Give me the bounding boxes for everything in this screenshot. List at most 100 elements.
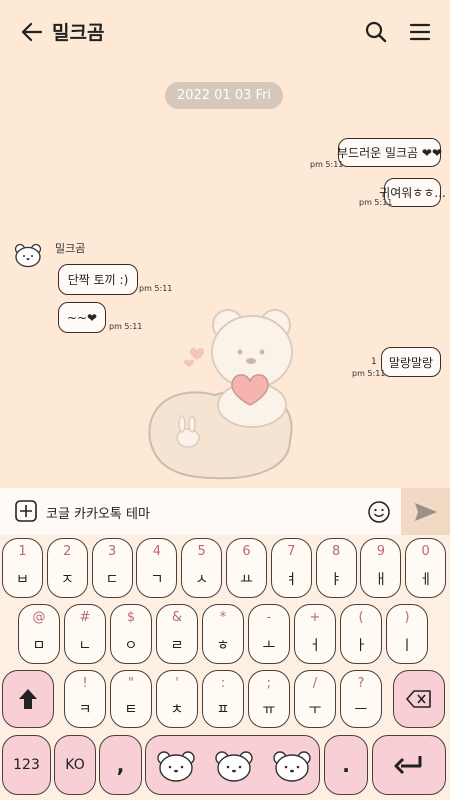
search-icon[interactable] [360,16,392,48]
backspace-key[interactable] [393,670,445,728]
key[interactable]: 6ㅛ [226,538,267,598]
message-bubble[interactable]: 말랑말랑 [381,347,441,377]
key-letter: ㅎ [216,638,230,654]
send-button[interactable] [401,488,450,535]
key[interactable]: " ㅌ [110,670,152,728]
key[interactable]: * ㅎ [202,604,244,664]
key-symbol: + [309,610,321,625]
period-key[interactable]: . [324,735,368,795]
key-symbol: - [266,610,272,625]
message-time: pm 5:11 [109,322,143,331]
key-letter: ㅍ [216,702,230,718]
key-letter: ㄷ [105,572,119,588]
key[interactable]: 9ㅐ [360,538,402,598]
language-key[interactable]: KO [54,735,96,795]
back-arrow-icon[interactable] [16,16,48,48]
sender-avatar[interactable] [14,243,42,268]
key[interactable]: ? ㅡ [340,670,382,728]
key-symbol: 0 [421,544,430,559]
key-symbol: 9 [376,544,386,559]
key[interactable]: 1ㅂ [2,538,43,598]
enter-key[interactable] [372,735,446,795]
message-time: pm 5:11 [359,198,393,207]
space-key[interactable] [145,735,320,795]
key[interactable]: 5ㅅ [181,538,223,598]
key[interactable]: 7ㅕ [270,538,312,598]
key[interactable]: # ㄴ [64,604,106,664]
key-symbol: ' [175,676,179,691]
number-mode-key[interactable]: 123 [2,735,51,795]
key-letter: ㅡ [354,702,368,718]
key-symbol: * [219,610,227,625]
message-time: pm 5:11 [352,369,386,378]
key-letter: ㄱ [150,572,164,588]
menu-icon[interactable] [404,16,436,48]
key[interactable]: 4ㄱ [136,538,178,598]
message-bubble[interactable]: 단짝 토끼 :) [58,264,138,295]
key[interactable]: (ㅏ [340,604,382,664]
key[interactable]: $ ㅇ [110,604,152,664]
enter-icon [394,756,422,775]
key-symbol: # [79,610,91,625]
key-letter: ㅓ [308,638,322,654]
key-letter: ㅛ [240,572,253,588]
key-letter: ㅇ [124,638,138,654]
key[interactable]: + ㅓ [294,604,336,664]
key[interactable]: -ㅗ [248,604,290,664]
key-symbol: 7 [287,544,296,559]
key-letter: ㅋ [78,702,92,718]
bear-faces-icon [157,751,311,782]
emoji-button[interactable] [368,501,390,523]
backspace-icon [406,690,431,708]
key[interactable]: 3ㄷ [91,538,133,598]
key[interactable]: ) ㅣ [386,604,428,664]
key[interactable]: 8ㅑ [315,538,357,598]
key-symbol: ! [82,676,88,691]
comma-label: , [116,753,125,777]
key-letter: ㅐ [374,572,388,588]
key-symbol: : [220,676,226,691]
key-symbol: 1 [18,544,27,559]
key-letter: ㄴ [78,638,92,654]
plus-square-icon [15,500,37,522]
key-letter: ㅏ [354,638,368,654]
shift-key[interactable] [2,670,54,728]
sender-name: 밀크곰 [55,242,86,255]
key-symbol: / [312,676,318,691]
key-letter: ㅕ [284,572,298,588]
message-bubble[interactable]: ~~❤ [58,302,106,333]
date-divider: 2022 01 03 Fri [165,82,283,109]
key-symbol: 2 [63,544,72,559]
message-bubble[interactable]: 귀여워ㅎㅎ... [379,178,446,207]
key-symbol: 4 [152,544,162,559]
key-letter: ㅑ [329,572,343,588]
language-label: KO [65,757,85,773]
key[interactable]: ; ㅠ [248,670,290,728]
key-letter: ㅂ [16,572,29,588]
message-input[interactable]: 코글 카카오톡 테마 [46,503,150,522]
key[interactable]: ' ㅊ [156,670,198,728]
message-bubble[interactable]: 부드러운 밀크곰 ❤❤ [337,138,442,167]
period-label: . [342,753,350,777]
key[interactable]: 0ㅔ [405,538,447,598]
key-letter: ㅌ [124,702,138,718]
key[interactable]: / ㅜ [294,670,336,728]
key-symbol: 5 [197,544,206,559]
chat-title: 밀크곰 [52,22,105,44]
key[interactable]: :ㅍ [202,670,244,728]
message-time: pm 5:11 [310,160,344,169]
key-symbol: 3 [107,544,117,559]
key[interactable]: ! ㅋ [64,670,106,728]
key-letter: ㅈ [60,572,74,588]
smiley-icon [368,501,390,523]
key-symbol: $ [126,610,136,625]
send-icon [414,502,437,521]
key-symbol: ) [404,610,410,625]
comma-key[interactable]: , [99,735,142,795]
key[interactable]: @ ㅁ [18,604,60,664]
key[interactable]: & ㄹ [156,604,198,664]
bear-avatar-icon [14,243,42,268]
key-letter: ㅣ [400,638,414,654]
add-attachment-button[interactable] [15,500,37,522]
key[interactable]: 2ㅈ [46,538,88,598]
